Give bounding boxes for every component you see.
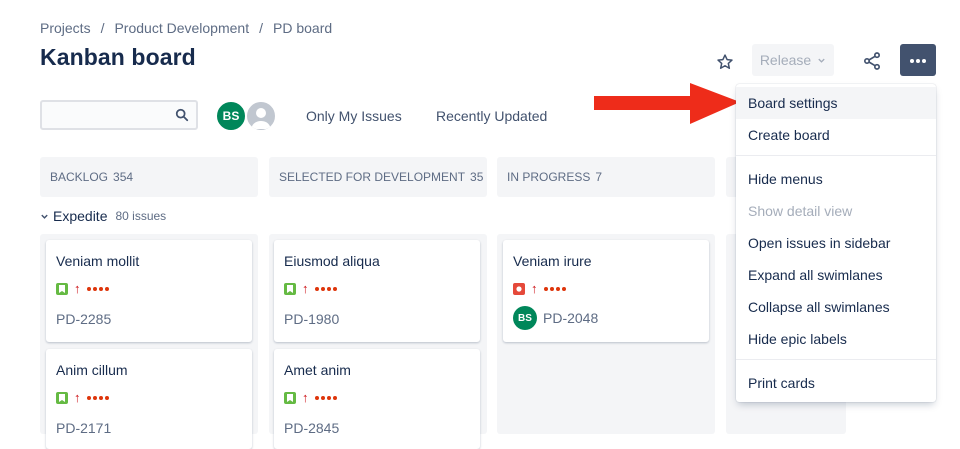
estimate-dots [543,287,566,291]
search-icon[interactable] [175,108,189,127]
quick-filter-recently-updated[interactable]: Recently Updated [436,108,547,124]
column-title: IN PROGRESS [507,170,591,184]
menu-item-board-settings[interactable]: Board settings [736,87,936,119]
quick-filter-only-my-issues[interactable]: Only My Issues [306,108,402,124]
issue-key[interactable]: PD-2048 [543,310,598,326]
menu-item-show-detail-view: Show detail view [748,203,853,219]
breadcrumb: Projects / Product Development / PD boar… [40,20,332,36]
issue-card[interactable]: Veniam irure ↑ BS PD-2048 [503,240,709,342]
priority-highest-icon: ↑ [302,390,309,405]
issue-card[interactable]: Amet anim ↑ PD-2845 [274,349,480,449]
story-icon [56,283,68,295]
priority-highest-icon: ↑ [74,281,81,296]
avatar-unassigned-filter[interactable] [245,100,277,132]
issue-key[interactable]: PD-1980 [284,311,470,327]
breadcrumb-separator: / [100,20,105,36]
estimate-dots [314,287,337,291]
menu-item-create-board[interactable]: Create board [736,119,936,151]
menu-item-hide-menus[interactable]: Hide menus [736,163,936,195]
assignee-avatar[interactable]: BS [513,306,537,330]
menu-item-expand-all-swimlanes[interactable]: Expand all swimlanes [736,259,936,291]
issue-key[interactable]: PD-2285 [56,311,242,327]
column-header-in-progress: IN PROGRESS 7 [497,157,715,197]
swimlane-count: 80 issues [115,209,167,223]
search-box [40,100,198,130]
menu-divider [736,155,936,156]
priority-highest-icon: ↑ [302,281,309,296]
story-icon [284,392,296,404]
column-header-selected-for-development: SELECTED FOR DEVELOPMENT 35 [269,157,487,197]
column-count: 354 [113,170,134,184]
star-icon[interactable] [714,51,736,73]
column-header-backlog: BACKLOG 354 [40,157,258,197]
estimate-dots [314,396,337,400]
menu-item-hide-epic-labels[interactable]: Hide epic labels [736,323,936,355]
issue-card[interactable]: Eiusmod aliqua ↑ PD-1980 [274,240,480,342]
share-icon[interactable] [860,49,884,73]
issue-summary: Amet anim [284,362,351,378]
issue-summary: Anim cillum [56,362,128,378]
column-title: BACKLOG [50,170,109,184]
menu-item-open-issues-in-sidebar[interactable]: Open issues in sidebar [736,227,936,259]
column-count: 35 [470,170,484,184]
estimate-dots [86,396,109,400]
column-title: SELECTED FOR DEVELOPMENT [279,170,466,184]
breadcrumb-separator: / [259,20,263,36]
search-input[interactable] [42,102,178,128]
breadcrumb-pd-board[interactable]: PD board [273,20,332,36]
menu-item-collapse-all-swimlanes[interactable]: Collapse all swimlanes [736,291,936,323]
issue-card[interactable]: Veniam mollit ↑ PD-2285 [46,240,252,342]
chevron-down-icon [40,209,49,224]
swimlane-header-expedite[interactable]: Expedite 80 issues [40,208,166,224]
estimate-dots [86,287,109,291]
issue-summary: Veniam mollit [56,253,140,269]
priority-highest-icon: ↑ [531,281,538,296]
swimlane-name: Expedite [53,208,108,224]
bug-icon [513,283,525,295]
menu-item-print-cards[interactable]: Print cards [736,367,936,399]
breadcrumb-product-development[interactable]: Product Development [114,20,249,36]
story-icon [284,283,296,295]
breadcrumb-projects[interactable]: Projects [40,20,91,36]
avatar-filter[interactable]: BS [215,100,247,132]
menu-divider [736,359,936,360]
pointer-arrow [592,82,742,133]
chevron-down-icon [817,52,826,68]
more-actions-button[interactable] [900,44,936,76]
release-button[interactable]: Release [752,44,834,76]
release-label: Release [759,52,812,68]
issue-summary: Eiusmod aliqua [284,253,380,269]
issue-card[interactable]: Anim cillum ↑ PD-2171 [46,349,252,449]
column-count: 7 [595,170,603,184]
more-icon [909,51,927,69]
issue-summary: Veniam irure [513,253,592,269]
page-title: Kanban board [40,44,196,70]
board-actions-menu: Board settings Create board Hide menus S… [736,84,936,402]
story-icon [56,392,68,404]
priority-highest-icon: ↑ [74,390,81,405]
